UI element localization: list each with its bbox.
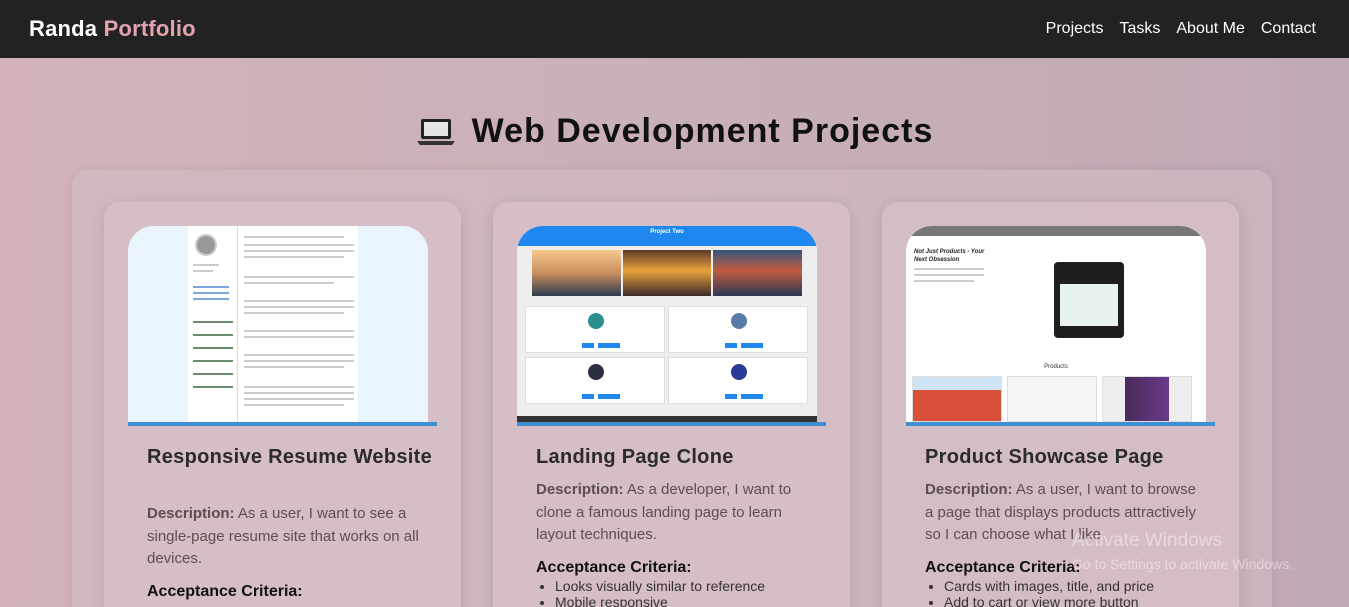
project-thumbnail: Project Two — [517, 226, 817, 422]
thumb-headline: Not Just Products - Your Next Obsession — [914, 249, 985, 263]
criteria-item: Looks visually similar to reference — [555, 578, 765, 594]
thumbnail-underline — [906, 422, 1215, 426]
thumb-section: Products — [1044, 364, 1068, 370]
nav-links: Projects Tasks About Me Contact — [1046, 20, 1316, 38]
description-label: Description: — [147, 505, 235, 522]
activation-watermark: Activate Windows Go to Settings to activ… — [1072, 530, 1342, 572]
nav-link-projects[interactable]: Projects — [1046, 20, 1104, 38]
project-title: Responsive Resume Website — [147, 446, 433, 468]
acceptance-criteria-title: Acceptance Criteria: — [147, 583, 303, 600]
acceptance-criteria-title: Acceptance Criteria: — [925, 559, 1081, 576]
project-title: Product Showcase Page — [925, 446, 1164, 468]
nav-link-about-me[interactable]: About Me — [1176, 20, 1244, 38]
watermark-line1: Activate Windows — [1072, 530, 1222, 551]
project-description: Description: As a developer, I want to c… — [536, 479, 811, 547]
acceptance-criteria-list: Cards with images, title, and price Add … — [944, 578, 1154, 607]
criteria-item: Add to cart or view more button — [944, 594, 1154, 607]
thumbnail-underline — [128, 422, 437, 426]
thumbnail-underline — [517, 422, 826, 426]
page-heading: Web Development Projects — [0, 112, 1349, 151]
nav-link-tasks[interactable]: Tasks — [1119, 20, 1160, 38]
page-title: Web Development Projects — [471, 112, 934, 150]
project-title: Landing Page Clone — [536, 446, 734, 468]
project-description: Description: As a user, I want to see a … — [147, 503, 422, 571]
acceptance-criteria-list: Looks visually similar to reference Mobi… — [555, 578, 765, 607]
thumb-title: Project Two — [650, 229, 684, 235]
brand-logo[interactable]: Randa Portfolio — [29, 16, 196, 42]
criteria-item: Mobile responsive — [555, 594, 765, 607]
navbar: Randa Portfolio Projects Tasks About Me … — [0, 0, 1349, 58]
brand-second: Portfolio — [103, 16, 196, 41]
laptop-icon — [416, 116, 456, 148]
criteria-item: Cards with images, title, and price — [944, 578, 1154, 594]
project-thumbnail — [128, 226, 428, 422]
project-card-landing[interactable]: Project Two Landing Page Clone Descripti… — [493, 202, 850, 607]
brand-first: Randa — [29, 16, 98, 41]
project-thumbnail: Not Just Products - Your Next Obsession … — [906, 226, 1206, 422]
nav-link-contact[interactable]: Contact — [1261, 20, 1316, 38]
description-label: Description: — [536, 481, 624, 498]
project-card-resume[interactable]: Responsive Resume Website Description: A… — [104, 202, 461, 607]
acceptance-criteria-title: Acceptance Criteria: — [536, 559, 692, 576]
watermark-line2: Go to Settings to activate Windows. — [1072, 556, 1293, 572]
description-label: Description: — [925, 481, 1013, 498]
